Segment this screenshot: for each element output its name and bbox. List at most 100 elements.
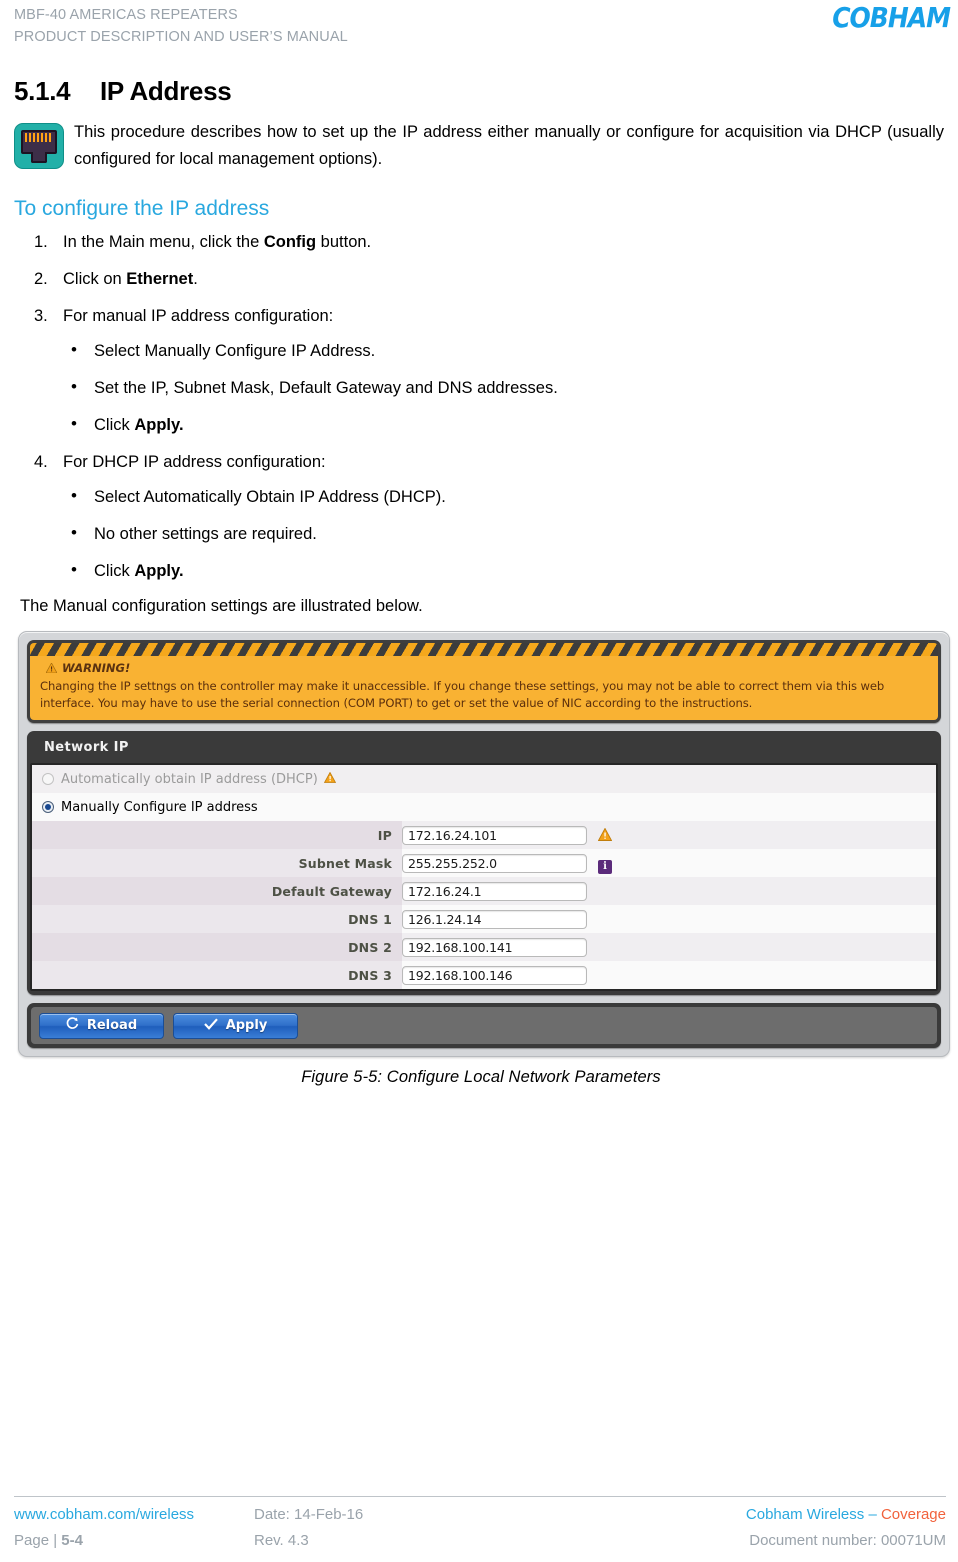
subnet-row-icon: i (587, 852, 621, 874)
table-row: Default Gateway 172.16.24.1 (32, 877, 936, 905)
step-number: 4. (34, 453, 48, 471)
step-text-post: button. (316, 233, 372, 251)
default-gateway-field[interactable]: 172.16.24.1 (402, 881, 587, 901)
footer-page: Page | 5-4 (14, 1528, 254, 1554)
footer-brand: Cobham Wireless – Coverage (554, 1502, 946, 1528)
step-text: For DHCP IP address configuration: (63, 453, 326, 471)
step-text: Click on (63, 270, 127, 288)
intro-paragraph: This procedure describes how to set up t… (14, 119, 944, 173)
list-item: No other settings are required. (63, 522, 944, 545)
warning-icon (323, 771, 336, 787)
page-header: MBF-40 AMERICAS REPEATERS PRODUCT DESCRI… (0, 0, 958, 58)
bullet-text: No other settings are required. (94, 525, 317, 543)
header-line-1: MBF-40 AMERICAS REPEATERS (14, 7, 238, 23)
reload-icon (66, 1017, 79, 1034)
dns-1-field[interactable]: 126.1.24.14 (402, 909, 587, 929)
dns-3-field[interactable]: 192.168.100.146 (402, 965, 587, 985)
table-row: DNS 3 192.168.100.146 (32, 961, 936, 989)
bullet-text: Click (94, 416, 135, 434)
footer-brand-name: Cobham Wireless (745, 1506, 869, 1523)
list-item: 2. Click on Ethernet. (14, 268, 944, 290)
section-title: IP Address (100, 76, 232, 106)
bullet-text: Set the IP, Subnet Mask, Default Gateway… (94, 379, 558, 397)
field-label-dns-1: DNS 1 (348, 911, 392, 927)
radio-button-manual[interactable] (42, 801, 54, 813)
radio-option-dhcp[interactable]: Automatically obtain IP address (DHCP) (32, 765, 936, 793)
radio-option-manual[interactable]: Manually Configure IP address (32, 793, 936, 821)
header-line-2: PRODUCT DESCRIPTION AND USER’S MANUAL (14, 29, 348, 45)
table-row: IP 172.16.24.101 (32, 821, 936, 849)
panel-title: Network IP (44, 740, 129, 755)
radio-button-dhcp[interactable] (42, 773, 54, 785)
info-icon: i (598, 860, 612, 874)
list-item: Set the IP, Subnet Mask, Default Gateway… (63, 376, 944, 399)
list-item: 3. For manual IP address configuration: S… (14, 305, 944, 436)
apply-button[interactable]: Apply (173, 1012, 298, 1039)
page-content: 5.1.4 IP Address This procedure describes… (0, 58, 958, 1087)
list-item: Click Apply. (63, 559, 944, 582)
intro-text: This procedure describes how to set up t… (74, 123, 944, 168)
warning-label: WARNING! (62, 661, 131, 675)
dns-2-field[interactable]: 192.168.100.141 (402, 937, 587, 957)
subnet-mask-field[interactable]: 255.255.252.0 (402, 853, 587, 873)
figure-caption: Figure 5-5: Configure Local Network Para… (301, 1068, 661, 1086)
bullet-bold: Apply. (134, 562, 184, 580)
bullet-text: Select Automatically Obtain IP Address (… (94, 488, 446, 506)
footer-page-prefix: Page | (14, 1532, 62, 1549)
reload-button[interactable]: Reload (39, 1012, 164, 1039)
bullet-text: Click (94, 562, 135, 580)
list-item: Select Manually Configure IP Address. (63, 339, 944, 362)
warning-message: Changing the IP settngs on the controlle… (40, 679, 885, 710)
warning-banner: WARNING! Changing the IP settngs on the … (27, 640, 941, 723)
action-bar: Reload Apply (27, 1003, 941, 1048)
warning-title-row: WARNING! (45, 661, 928, 676)
sub-bullets: Select Automatically Obtain IP Address (… (63, 485, 944, 582)
list-item: 4. For DHCP IP address configuration: Sel… (14, 451, 944, 582)
apply-button-label: Apply (225, 1018, 268, 1033)
list-item: Click Apply. (63, 413, 944, 436)
radio-label-manual: Manually Configure IP address (61, 799, 258, 815)
check-icon (203, 1017, 218, 1034)
step-text: In the Main menu, click the (63, 233, 264, 251)
footer-date: Date: 14-Feb-16 (254, 1506, 364, 1523)
footer-brand-accent: Coverage (880, 1506, 946, 1523)
table-row: DNS 1 126.1.24.14 (32, 905, 936, 933)
field-label-dns-3: DNS 3 (348, 967, 392, 983)
footer-website[interactable]: www.cobham.com/wireless (14, 1502, 254, 1528)
bullet-text: Select Manually Configure IP Address. (94, 342, 376, 360)
field-label-dns-2: DNS 2 (348, 939, 392, 955)
step-bold: Config (263, 233, 317, 251)
cobham-logo: COBHAM (832, 1, 951, 34)
procedure-steps: 1. In the Main menu, click the Config but… (14, 231, 944, 582)
table-row: Subnet Mask 255.255.252.0 i (32, 849, 936, 877)
list-item: Select Automatically Obtain IP Address (… (63, 485, 944, 508)
footer-divider (14, 1496, 946, 1497)
procedure-subheading: To configure the IP address (14, 197, 270, 220)
table-row: DNS 2 192.168.100.141 (32, 933, 936, 961)
field-label-ip: IP (377, 827, 392, 843)
page-footer: www.cobham.com/wireless Date: 14-Feb-16 … (14, 1496, 946, 1554)
hazard-stripes (30, 643, 938, 656)
app-window: WARNING! Changing the IP settngs on the … (18, 631, 950, 1057)
footer-page-number: 5-4 (61, 1532, 83, 1549)
field-label-default-gateway: Default Gateway (271, 883, 392, 899)
reload-button-label: Reload (86, 1018, 138, 1033)
radio-label-dhcp: Automatically obtain IP address (DHCP) (61, 771, 318, 787)
ethernet-port-icon (14, 123, 64, 169)
ip-field[interactable]: 172.16.24.101 (402, 825, 587, 845)
network-ip-panel: Network IP Automatically obtain IP addre… (27, 731, 941, 995)
step-bold: Ethernet (126, 270, 194, 288)
closing-line: The Manual configuration settings are il… (20, 597, 423, 615)
footer-revision: Rev. 4.3 (254, 1532, 309, 1549)
ip-row-icon (587, 826, 621, 845)
footer-document-number: Document number: 00071UM (749, 1532, 946, 1549)
page-title: 5.1.4 IP Address (14, 74, 944, 108)
bullet-bold: Apply. (134, 416, 184, 434)
step-number: 1. (34, 233, 48, 251)
step-text: For manual IP address configuration: (63, 307, 334, 325)
warning-icon (45, 662, 58, 676)
section-number: 5.1.4 (14, 76, 71, 106)
step-number: 3. (34, 307, 48, 325)
sub-bullets: Select Manually Configure IP Address. Se… (63, 339, 944, 436)
figure-5-5: WARNING! Changing the IP settngs on the … (18, 631, 950, 1087)
